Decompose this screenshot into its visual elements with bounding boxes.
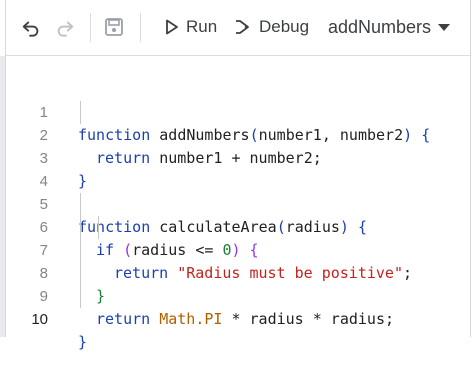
toolbar: Run Debug addNumbers: [6, 0, 470, 56]
dropdown-arrow-icon: [438, 24, 451, 31]
debug-label: Debug: [259, 17, 310, 36]
save-icon[interactable]: [101, 14, 127, 40]
indent-guide: [98, 216, 99, 239]
code-line-4: 4: [6, 147, 470, 190]
redo-icon[interactable]: [52, 14, 78, 40]
line-number-active: 10: [31, 311, 48, 328]
code-line-1: 1 function addNumbers(number1, number2) …: [6, 78, 470, 144]
code-editor[interactable]: 1 function addNumbers(number1, number2) …: [6, 56, 470, 351]
play-icon: [166, 19, 178, 35]
toolbar-divider: [140, 13, 141, 42]
code-line-7: 7 return "Radius must be positive";: [6, 216, 470, 282]
indent-guide: [80, 193, 81, 308]
code-line-2: 2 return number1 + number2;: [6, 101, 470, 167]
run-label: Run: [186, 17, 218, 36]
code-line-9: 9 return Math.PI * radius * radius;: [6, 262, 470, 328]
code-line-3: 3 }: [6, 124, 470, 190]
code-text: }: [78, 333, 88, 351]
code-line-5: 5 function calculateArea(radius) {: [6, 170, 470, 236]
code-line-8: 8 }: [6, 239, 470, 305]
code-line-6: 6 if (radius <= 0) {: [6, 193, 470, 259]
toolbar-divider: [90, 13, 91, 42]
run-button[interactable]: Run: [164, 12, 217, 42]
code-line-10: 10 }: [6, 285, 470, 351]
undo-icon[interactable]: [18, 14, 44, 40]
indent-guide: [80, 101, 81, 124]
debug-icon: [236, 20, 249, 34]
debug-button[interactable]: Debug: [234, 12, 309, 42]
function-select[interactable]: addNumbers: [328, 12, 451, 42]
function-select-value: addNumbers: [328, 16, 432, 37]
code-text: return Math.PI * radius * radius;: [96, 310, 395, 328]
